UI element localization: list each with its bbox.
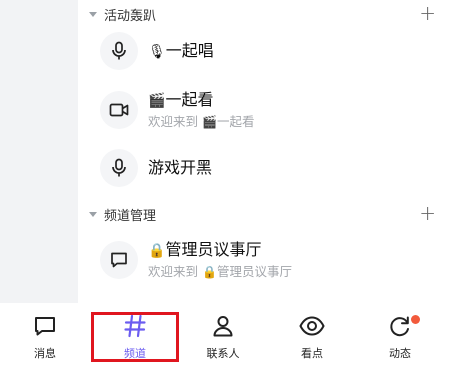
tab-feed[interactable]: 动态 — [355, 311, 445, 371]
channel-item-admin-hall[interactable]: 🔒管理员议事厅 欢迎来到 🔒管理员议事厅 — [100, 236, 440, 284]
add-channel-plus-icon[interactable]: + — [419, 2, 436, 24]
bottom-tab-bar: 消息 频道 联系人 看点 动态 — [0, 303, 450, 377]
clapper-board-emoji-icon: 🎬 — [201, 114, 217, 129]
microphone-icon — [100, 32, 138, 70]
chat-bubble-icon — [100, 241, 138, 279]
tab-label: 看点 — [301, 347, 323, 360]
collapse-caret-icon[interactable] — [89, 11, 97, 17]
add-channel-plus-icon[interactable]: + — [419, 202, 436, 224]
section-title: 频道管理 — [104, 208, 157, 224]
channel-name: 🔒管理员议事厅 — [148, 239, 262, 259]
channel-item-watch-together[interactable]: 🎬一起看 欢迎来到 🎬一起看 — [100, 86, 440, 134]
tab-channels[interactable]: 频道 — [90, 311, 180, 371]
channel-name: 🎬一起看 — [148, 89, 214, 109]
section-header-channel-management[interactable]: 频道管理 + — [78, 200, 450, 228]
channel-list-panel: 活动轰趴 + 🎙一起唱 🎬一起看 欢迎来到 🎬一起看 游戏开黑 频道管理 + 🔒… — [78, 0, 450, 303]
tab-label: 消息 — [34, 347, 56, 360]
tab-highlights[interactable]: 看点 — [267, 311, 357, 371]
lock-emoji-icon: 🔒 — [201, 264, 217, 279]
clapper-board-emoji-icon: 🎬 — [148, 92, 166, 109]
tab-messages[interactable]: 消息 — [0, 311, 90, 371]
collapse-caret-icon[interactable] — [89, 211, 97, 217]
notification-dot — [411, 315, 420, 324]
tab-label: 动态 — [389, 347, 411, 360]
lock-emoji-icon: 🔒 — [148, 242, 166, 259]
tab-label: 联系人 — [206, 347, 240, 360]
channel-item-gaming[interactable]: 游戏开黑 — [100, 146, 440, 190]
tab-label: 频道 — [124, 347, 146, 360]
channel-welcome-text: 欢迎来到 🔒管理员议事厅 — [148, 263, 292, 279]
tab-contacts[interactable]: 联系人 — [178, 311, 268, 371]
person-icon — [211, 311, 235, 341]
channel-name: 游戏开黑 — [148, 158, 213, 177]
channel-name: 🎙一起唱 — [148, 40, 214, 60]
channel-welcome-text: 欢迎来到 🎬一起看 — [148, 113, 255, 129]
channel-item-sing-together[interactable]: 🎙一起唱 — [100, 29, 440, 73]
video-camera-icon — [100, 91, 138, 129]
section-header-activities[interactable]: 活动轰趴 + — [78, 0, 450, 28]
studio-microphone-emoji-icon: 🎙 — [148, 43, 166, 60]
hash-icon — [123, 311, 147, 341]
section-title: 活动轰趴 — [104, 8, 157, 24]
refresh-icon — [388, 311, 420, 341]
eye-icon — [299, 311, 325, 341]
message-icon — [33, 311, 57, 341]
microphone-icon — [100, 149, 138, 187]
